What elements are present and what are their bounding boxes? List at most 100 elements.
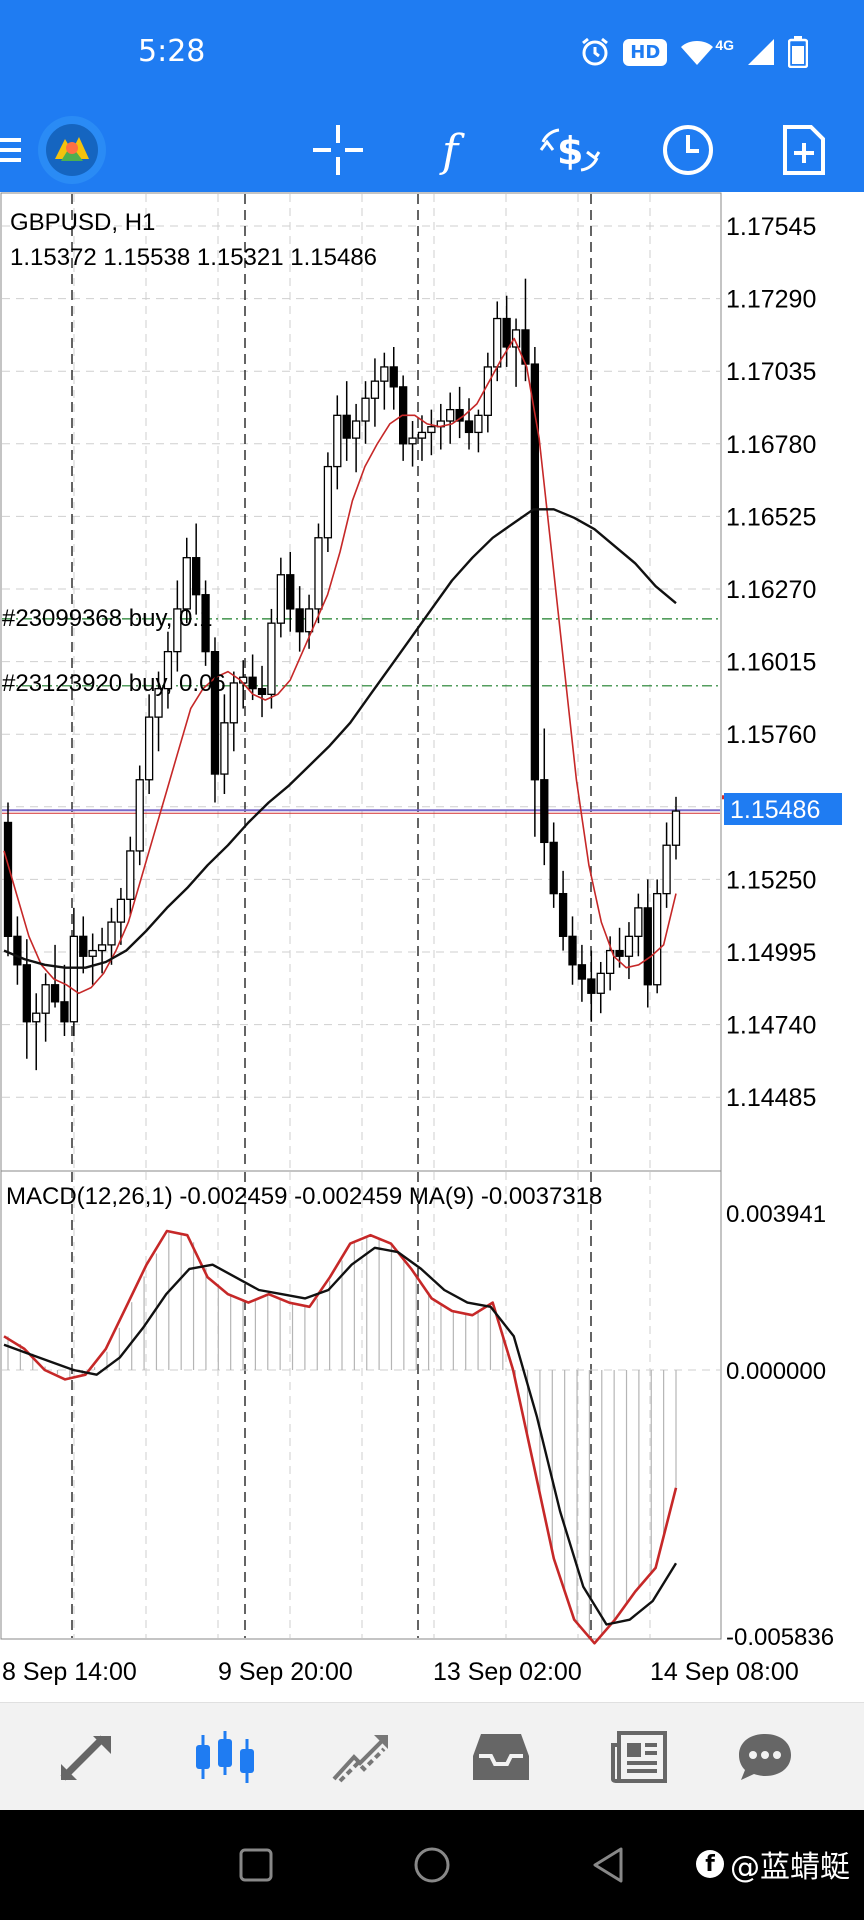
inbox-history-icon [473, 1734, 529, 1780]
order-line-label-2[interactable]: #23123920 buy, 0.06 [2, 670, 226, 697]
currency-exchange-icon: $ [539, 128, 601, 173]
bullish-candle [380, 366, 389, 382]
recent-apps-button[interactable] [216, 1830, 296, 1900]
status-bar: 5:28 HD 4G [0, 0, 864, 108]
clock-icon [663, 125, 713, 175]
symbol-label: GBPUSD, H1 [10, 209, 155, 236]
timeframe-button[interactable] [648, 108, 728, 192]
price-axis-label: 1.17545 [726, 213, 816, 241]
chart-toolbar: f $ [0, 108, 864, 192]
bullish-candle [107, 921, 116, 946]
indicators-button[interactable]: f [414, 108, 494, 192]
circle-icon [414, 1847, 450, 1883]
bullish-candle [333, 414, 342, 468]
bullish-candle [126, 850, 135, 900]
bullish-candle [314, 537, 323, 610]
bullish-candle [662, 844, 671, 895]
nav-news[interactable] [584, 1703, 694, 1811]
signal-icon [748, 39, 774, 65]
bearish-candle [248, 676, 257, 690]
quotes-icon [60, 1735, 111, 1781]
time-axis-label: 14 Sep 08:00 [650, 1658, 799, 1686]
bullish-candle [267, 622, 276, 695]
ma-slow-line [3, 508, 677, 969]
system-navigation-bar: f @蓝蜻蜓 [0, 1810, 864, 1920]
nav-quotes[interactable] [32, 1703, 142, 1811]
new-order-button[interactable] [764, 108, 844, 192]
bullish-candle [69, 935, 79, 1023]
bearish-candle [22, 964, 31, 1023]
status-time: 5:28 [138, 34, 206, 69]
app-logo-icon [38, 116, 106, 184]
bullish-candle [220, 722, 229, 775]
bullish-candle [135, 779, 144, 852]
macd-line [3, 1229, 678, 1645]
bullish-candle [304, 608, 314, 633]
back-triangle-icon [593, 1847, 623, 1883]
bearish-candle [389, 366, 398, 388]
chart-area[interactable]: GBPUSD, H1 1.15372 1.15538 1.15321 1.154… [0, 192, 864, 1702]
macd-signal-line [3, 1246, 678, 1626]
order-line-label-1[interactable]: #23099368 buy, 0.1 [2, 605, 212, 632]
crosshair-button[interactable] [298, 108, 378, 192]
watermark: f @蓝蜻蜓 [696, 1842, 850, 1886]
time-axis-label: 8 Sep 14:00 [2, 1658, 137, 1686]
price-axis-label: 1.15250 [726, 866, 816, 894]
price-axis-label: 1.17290 [726, 286, 816, 314]
bearish-candle [540, 779, 549, 844]
bullish-candle [653, 892, 662, 986]
macd-axis-label: 0.000000 [726, 1358, 826, 1385]
watermark-text: @蓝蜻蜓 [730, 1850, 850, 1885]
function-icon: f [439, 126, 465, 176]
price-axis-label: 1.16780 [726, 431, 816, 459]
bullish-candle [474, 414, 483, 434]
nav-history[interactable] [446, 1703, 556, 1811]
candlestick-chart-icon [196, 1731, 254, 1783]
bullish-candle [483, 366, 492, 416]
nav-chat[interactable] [710, 1703, 820, 1811]
new-document-icon [783, 125, 825, 175]
trade-button[interactable]: $ [530, 108, 610, 192]
bullish-candle [351, 420, 361, 439]
bullish-candle [323, 465, 333, 539]
svg-text:$: $ [557, 129, 583, 173]
price-axis-label: 1.15760 [726, 721, 816, 749]
bearish-candle [643, 907, 652, 986]
home-button[interactable] [392, 1830, 472, 1900]
battery-icon [788, 36, 808, 68]
bullish-candle [446, 408, 455, 422]
square-icon [239, 1848, 273, 1882]
bullish-candle [276, 574, 285, 624]
menu-button[interactable] [0, 108, 34, 192]
bullish-candle [182, 557, 191, 610]
nav-chart[interactable] [170, 1703, 280, 1811]
bearish-candle [257, 687, 267, 695]
bullish-candle [493, 317, 502, 368]
bearish-candle [502, 317, 511, 348]
price-axis-label: 1.16270 [726, 576, 816, 604]
nav-trade[interactable] [306, 1703, 416, 1811]
app-logo-button[interactable] [32, 108, 112, 192]
time-axis-label: 13 Sep 02:00 [433, 1658, 582, 1686]
time-axis-label: 9 Sep 20:00 [218, 1658, 353, 1686]
bearish-candle [577, 964, 587, 980]
bullish-candle [361, 397, 370, 422]
bearish-candle [192, 557, 201, 596]
news-icon [611, 1731, 667, 1783]
bullish-candle [88, 949, 97, 957]
network-label: 4G [715, 37, 734, 53]
price-chart[interactable]: GBPUSD, H1 1.15372 1.15538 1.15321 1.154… [0, 192, 864, 1702]
bearish-candle [615, 949, 624, 957]
bullish-candle [144, 716, 154, 781]
back-button[interactable] [568, 1830, 648, 1900]
bullish-candle [624, 935, 634, 957]
bearish-candle [79, 935, 88, 957]
bullish-candle [596, 972, 605, 994]
bearish-candle [587, 978, 596, 994]
crosshair-icon [313, 125, 363, 175]
bullish-candle [32, 1012, 41, 1023]
chat-icon [739, 1734, 791, 1780]
bullish-candle [116, 898, 126, 923]
macd-label: MACD(12,26,1) -0.002459 -0.002459 MA(9) … [6, 1183, 602, 1210]
hd-badge: HD [623, 38, 668, 66]
